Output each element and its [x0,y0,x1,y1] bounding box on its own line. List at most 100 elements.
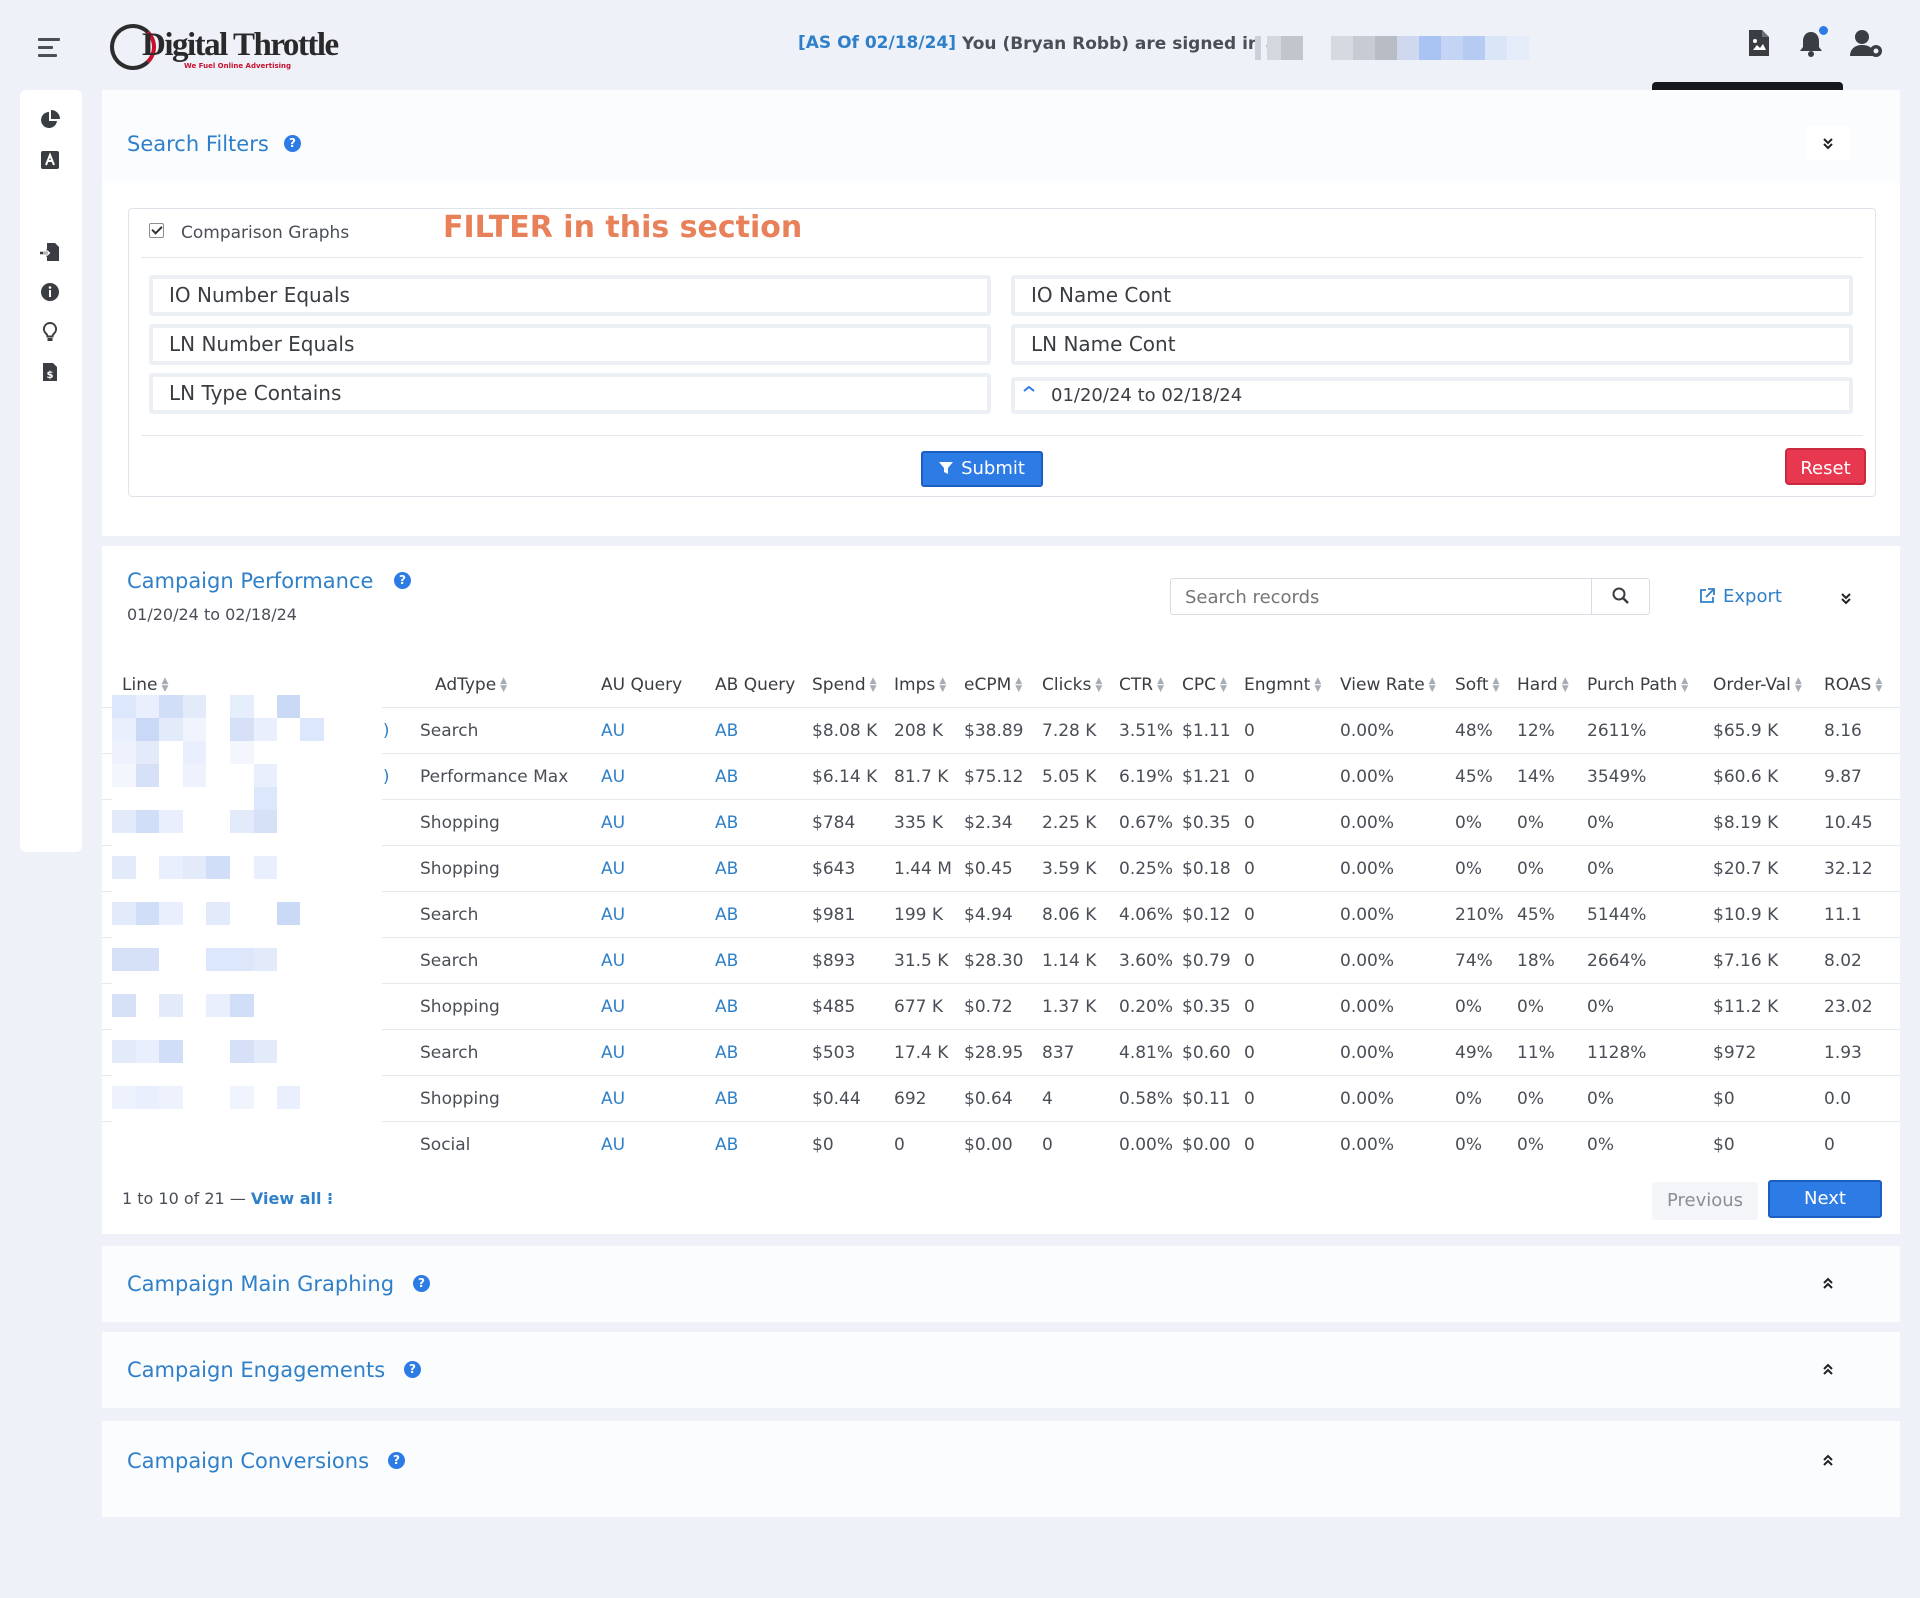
menu-icon[interactable] [38,38,60,62]
ln-type-input[interactable]: LN Type Contains [149,373,991,414]
column-header-clicks[interactable]: Clicks ▲ ▼ [1042,675,1102,695]
cell-ab[interactable]: AB [715,1043,738,1063]
cell-imps: 1.44 M [894,859,952,879]
cell-au[interactable]: AU [601,721,625,741]
next-button[interactable]: Next [1768,1180,1882,1218]
cell-ab[interactable]: AB [715,859,738,879]
file-import-icon[interactable] [40,242,60,262]
lightbulb-icon[interactable] [40,322,60,342]
view-all-link[interactable]: View all [251,1189,322,1208]
cell-au[interactable]: AU [601,1135,625,1155]
help-icon[interactable]: ? [388,1452,405,1469]
cell-ab[interactable]: AB [715,997,738,1017]
cell-view-rate: 0.00% [1340,997,1395,1017]
cell-au[interactable]: AU [601,767,625,787]
collapse-chevron-icon[interactable] [1831,583,1861,613]
sort-icon[interactable]: ▲ ▼ [1220,677,1227,694]
column-header-adtype[interactable]: AdType ▲ ▼ [435,675,507,695]
cell-au[interactable]: AU [601,1089,625,1109]
sort-icon[interactable]: ▲ ▼ [1095,677,1102,694]
column-header-hard[interactable]: Hard ▲ ▼ [1517,675,1569,695]
cell-imps: 208 K [894,721,943,741]
column-header-view-rate[interactable]: View Rate ▲ ▼ [1340,675,1436,695]
cell-ab[interactable]: AB [715,951,738,971]
cell-au[interactable]: AU [601,905,625,925]
cell-ecpm: $0.00 [964,1135,1013,1155]
reset-button[interactable]: Reset [1785,448,1866,485]
logo[interactable]: Digital Throttle We Fuel Online Advertis… [108,18,339,74]
comparison-graphs-checkbox[interactable] [149,223,164,238]
ln-name-input[interactable]: LN Name Cont [1011,324,1853,365]
search-filters-header: Search Filters ? [102,90,1900,183]
io-name-input[interactable]: IO Name Cont [1011,275,1853,316]
cell-adtype: Search [420,721,479,741]
ln-number-input[interactable]: LN Number Equals [149,324,991,365]
cell-ctr: 0.00% [1119,1135,1174,1155]
column-header-cpc[interactable]: CPC ▲ ▼ [1182,675,1227,695]
export-button[interactable]: Export [1700,586,1782,607]
cell-au[interactable]: AU [601,997,625,1017]
campaign-conversions-panel[interactable]: Campaign Conversions ? [102,1421,1900,1517]
sort-icon[interactable]: ▲ ▼ [1493,677,1500,694]
info-circle-icon[interactable] [40,282,60,302]
expand-chevron-icon[interactable] [1821,1362,1835,1378]
cell-ab[interactable]: AB [715,767,738,787]
sort-icon[interactable]: ▲ ▼ [1795,677,1802,694]
help-icon[interactable]: ? [394,572,411,589]
io-number-input[interactable]: IO Number Equals [149,275,991,316]
sort-icon[interactable]: ▲ ▼ [1314,677,1321,694]
cell-ab[interactable]: AB [715,721,738,741]
expand-chevron-icon[interactable] [1821,1276,1835,1292]
help-icon[interactable]: ? [413,1275,430,1292]
sort-icon[interactable]: ▲ ▼ [1875,677,1882,694]
sort-icon[interactable]: ▲ ▼ [939,677,946,694]
sort-icon[interactable]: ▲ ▼ [500,677,507,694]
cell-ab[interactable]: AB [715,1135,738,1155]
help-icon[interactable]: ? [404,1361,421,1378]
sort-icon[interactable]: ▲ ▼ [1015,677,1022,694]
column-header-spend[interactable]: Spend ▲ ▼ [812,675,877,695]
date-range-input[interactable]: 01/20/24 to 02/18/24 [1011,377,1853,414]
search-records-input[interactable] [1185,587,1585,608]
previous-button[interactable]: Previous [1652,1182,1758,1220]
cell-au[interactable]: AU [601,951,625,971]
campaign-engagements-panel[interactable]: Campaign Engagements ? [102,1332,1900,1408]
column-header-engmnt[interactable]: Engmnt ▲ ▼ [1244,675,1321,695]
download-screenshot-icon[interactable] [1746,28,1772,58]
cell-ctr: 4.06% [1119,905,1174,925]
cell-ab[interactable]: AB [715,1089,738,1109]
cell-au[interactable]: AU [601,813,625,833]
cell-au[interactable]: AU [601,859,625,879]
search-button[interactable] [1591,579,1649,614]
sort-icon[interactable]: ▲ ▼ [1562,677,1569,694]
cell-ab[interactable]: AB [715,905,738,925]
cell-clicks: 3.59 K [1042,859,1097,879]
campaign-main-graphing-panel[interactable]: Campaign Main Graphing ? [102,1246,1900,1322]
column-header-soft[interactable]: Soft ▲ ▼ [1455,675,1499,695]
cell-adtype: Shopping [420,1089,500,1109]
sort-icon[interactable]: ▲ ▼ [870,677,877,694]
cell-ab[interactable]: AB [715,813,738,833]
user-settings-icon[interactable] [1850,28,1884,58]
submit-button[interactable]: Submit [921,451,1043,487]
collapse-chevron-icon[interactable] [1805,126,1851,160]
column-header-roas[interactable]: ROAS ▲ ▼ [1824,675,1882,695]
search-filters-panel: Search Filters ? Comparison Graphs FILTE… [102,90,1900,536]
column-header-order-val[interactable]: Order-Val ▲ ▼ [1713,675,1802,695]
sort-icon[interactable]: ▲ ▼ [1157,677,1164,694]
cell-ctr: 3.51% [1119,721,1174,741]
column-header-purch-path[interactable]: Purch Path ▲ ▼ [1587,675,1688,695]
column-header-imps[interactable]: Imps ▲ ▼ [894,675,946,695]
sort-icon[interactable]: ▲ ▼ [1429,677,1436,694]
column-header-ecpm[interactable]: eCPM ▲ ▼ [964,675,1022,695]
cell-au[interactable]: AU [601,1043,625,1063]
chart-pie-icon[interactable] [40,110,60,130]
help-icon[interactable]: ? [284,135,301,152]
cell-view-rate: 0.00% [1340,721,1395,741]
ad-icon[interactable] [40,150,60,170]
expand-chevron-icon[interactable] [1821,1453,1835,1469]
file-invoice-dollar-icon[interactable]: $ [40,362,60,382]
sort-icon[interactable]: ▲ ▼ [1681,677,1688,694]
column-header-ctr[interactable]: CTR ▲ ▼ [1119,675,1164,695]
campaign-conversions-title: Campaign Conversions [127,1449,370,1473]
